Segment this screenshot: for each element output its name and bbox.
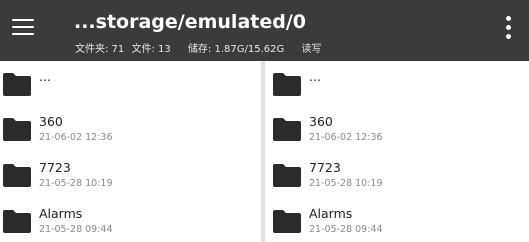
file-name: Alarms (39, 206, 83, 221)
file-count: 文件: 13 (131, 44, 171, 55)
folder-icon (273, 164, 301, 187)
hamburger-menu-icon[interactable] (12, 19, 36, 37)
file-name: 7723 (309, 160, 341, 175)
left-file-pane: ... 360 21-06-02 12:36 7723 21-05-28 10:… (0, 61, 261, 242)
file-name: Alarms (309, 206, 353, 221)
right-file-pane: ... 360 21-06-02 12:36 7723 21-05-28 10:… (265, 61, 529, 242)
file-date: 21-05-28 10:19 (39, 178, 113, 189)
file-date: 21-05-28 09:44 (39, 224, 113, 235)
file-name: ... (309, 69, 321, 84)
file-name: ... (39, 69, 51, 84)
list-item[interactable]: 360 21-06-02 12:36 (0, 107, 261, 151)
folder-count: 文件夹: 71 (75, 44, 125, 55)
folder-icon (3, 210, 31, 233)
folder-icon (273, 210, 301, 233)
file-date: 21-05-28 09:44 (309, 224, 383, 235)
parent-folder-row[interactable]: ... (265, 61, 529, 105)
folder-icon (273, 118, 301, 141)
file-date: 21-06-02 12:36 (39, 132, 113, 143)
storage-info: 文件夹: 71 文件: 13 储存: 1.87G/15.62G 读写 (75, 40, 325, 55)
list-item[interactable]: Alarms 21-05-28 09:44 (0, 199, 261, 242)
list-item[interactable]: 7723 21-05-28 10:19 (0, 153, 261, 197)
parent-folder-row[interactable]: ... (0, 61, 261, 105)
access-mode: 读写 (301, 44, 322, 55)
file-date: 21-05-28 10:19 (309, 178, 383, 189)
path-title: ...storage/emulated/0 (74, 11, 306, 33)
file-name: 7723 (39, 160, 71, 175)
top-toolbar: ...storage/emulated/0 文件夹: 71 文件: 13 储存:… (0, 0, 529, 61)
list-item[interactable]: 7723 21-05-28 10:19 (265, 153, 529, 197)
file-date: 21-06-02 12:36 (309, 132, 383, 143)
folder-icon (273, 73, 301, 96)
folder-icon (3, 164, 31, 187)
folder-icon (3, 73, 31, 96)
list-item[interactable]: 360 21-06-02 12:36 (265, 107, 529, 151)
file-name: 360 (39, 114, 63, 129)
file-name: 360 (309, 114, 333, 129)
storage-usage: 储存: 1.87G/15.62G (187, 44, 285, 55)
more-vert-icon[interactable] (504, 16, 514, 40)
folder-icon (3, 118, 31, 141)
list-item[interactable]: Alarms 21-05-28 09:44 (265, 199, 529, 242)
